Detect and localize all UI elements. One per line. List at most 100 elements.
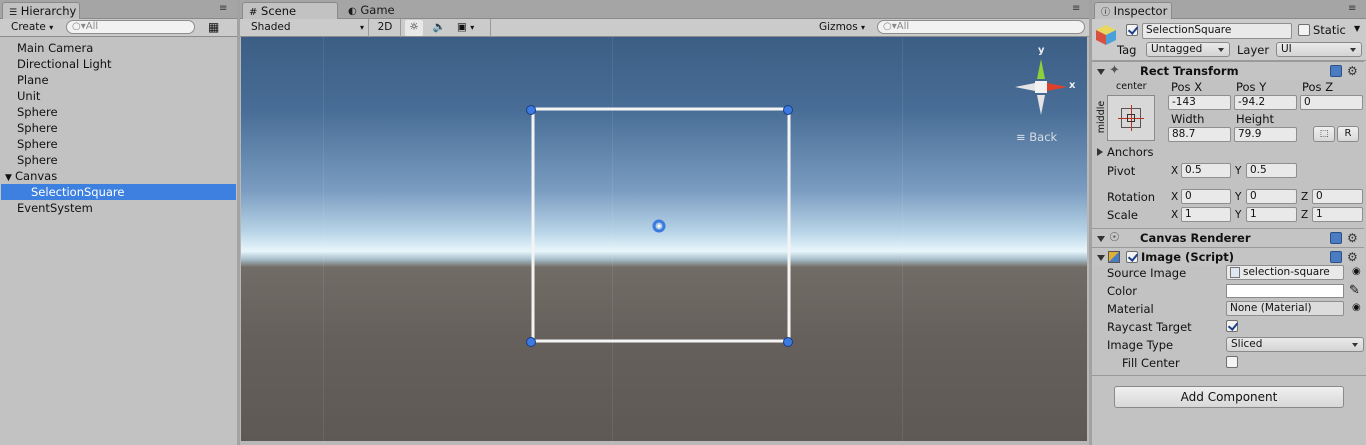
mode-2d-toggle[interactable]: 2D — [373, 20, 397, 36]
raycast-target-checkbox[interactable] — [1226, 320, 1238, 332]
hierarchy-toolbar: Create ▾ ○▾All ▦ — [0, 19, 237, 37]
hierarchy-search-input[interactable]: ○▾All — [66, 20, 195, 34]
list-item-canvas[interactable]: ▼ Canvas — [1, 168, 236, 184]
gear-icon[interactable]: ⚙ — [1347, 65, 1358, 77]
gear-icon[interactable]: ⚙ — [1347, 232, 1358, 244]
list-item[interactable]: Sphere — [1, 136, 236, 152]
canvas-renderer-header[interactable]: ☉ Canvas Renderer ⚙ — [1092, 228, 1364, 247]
scale-z-field[interactable]: 1 — [1312, 207, 1363, 222]
tab-inspector[interactable]: ⓘ Inspector — [1094, 2, 1172, 19]
dropdown-arrow-icon: ▾ — [49, 23, 54, 32]
anchor-preset-button[interactable] — [1107, 95, 1155, 141]
corner-handle-bottom-right[interactable] — [783, 337, 793, 347]
list-item[interactable]: Sphere — [1, 120, 236, 136]
rotation-z-field[interactable]: 0 — [1312, 189, 1363, 204]
object-picker-icon[interactable]: ◉ — [1352, 302, 1361, 313]
static-label: Static — [1313, 23, 1346, 37]
source-image-label: Source Image — [1107, 266, 1187, 280]
effects-dropdown[interactable]: ▣ ▾ — [457, 20, 489, 36]
tag-dropdown[interactable]: Untagged — [1146, 42, 1230, 57]
source-image-field[interactable]: selection-square — [1226, 265, 1344, 280]
pos-x-field[interactable]: -143 — [1168, 95, 1231, 110]
tab-game[interactable]: ◐ Game — [342, 2, 412, 19]
color-swatch[interactable] — [1226, 284, 1344, 298]
inspector-divider — [1092, 375, 1366, 376]
list-item[interactable]: Directional Light — [1, 56, 236, 72]
list-item[interactable]: Sphere — [1, 152, 236, 168]
list-item[interactable]: Main Camera — [1, 40, 236, 56]
eyedropper-icon[interactable]: ✎ — [1349, 283, 1360, 298]
search-icon: ○▾ — [72, 21, 86, 32]
raycast-target-label: Raycast Target — [1107, 320, 1192, 334]
fill-center-checkbox[interactable] — [1226, 356, 1238, 368]
anchors-label[interactable]: Anchors — [1107, 145, 1154, 159]
image-enabled-checkbox[interactable] — [1126, 251, 1138, 263]
active-checkbox[interactable] — [1126, 24, 1138, 36]
material-field[interactable]: None (Material) — [1226, 301, 1344, 316]
pivot-x-field[interactable]: 0.5 — [1181, 163, 1231, 178]
anchor-preset-icon — [1118, 105, 1144, 131]
help-book-icon[interactable] — [1330, 65, 1342, 77]
list-item-selected[interactable]: SelectionSquare — [1, 184, 236, 200]
color-label: Color — [1107, 284, 1138, 298]
fold-arrow-icon[interactable] — [1097, 236, 1105, 242]
scale-y-field[interactable]: 1 — [1246, 207, 1297, 222]
fold-arrow-icon[interactable] — [1097, 255, 1105, 261]
image-script-header[interactable]: Image (Script) ⚙ — [1092, 247, 1364, 266]
rotation-y-field[interactable]: 0 — [1246, 189, 1297, 204]
list-item[interactable]: EventSystem — [1, 200, 236, 216]
corner-handle-top-left[interactable] — [526, 105, 536, 115]
list-item[interactable]: Sphere — [1, 104, 236, 120]
list-item[interactable]: Unit — [1, 88, 236, 104]
gizmo-center-cube — [1035, 81, 1047, 93]
object-picker-icon[interactable]: ◉ — [1352, 266, 1361, 277]
layer-dropdown[interactable]: UI — [1276, 42, 1362, 57]
height-field[interactable]: 79.9 — [1234, 127, 1297, 142]
pivot-y-field[interactable]: 0.5 — [1246, 163, 1297, 178]
add-component-button[interactable]: Add Component — [1114, 386, 1344, 408]
scene-search-input[interactable]: ○▾All — [877, 20, 1085, 34]
panel-menu-icon[interactable]: ≡ — [1348, 3, 1356, 14]
scene-viewport[interactable]: y x ≡ Back — [241, 37, 1087, 441]
scene-tabbar: # Scene ◐ Game ≡ — [240, 0, 1089, 19]
help-book-icon[interactable] — [1330, 232, 1342, 244]
list-item[interactable]: Plane — [1, 72, 236, 88]
corner-handle-bottom-left[interactable] — [526, 337, 536, 347]
pos-y-label: Pos Y — [1236, 80, 1267, 94]
image-type-dropdown[interactable]: Sliced — [1226, 337, 1364, 352]
scene-panel: # Scene ◐ Game ≡ Shaded ▾ 2D ☼ 🔈 ▣ ▾ Giz… — [240, 0, 1089, 445]
width-field[interactable]: 88.7 — [1168, 127, 1231, 142]
back-view-label[interactable]: ≡ Back — [1016, 130, 1057, 144]
audio-toggle[interactable]: 🔈 — [430, 20, 448, 36]
fold-arrow-icon[interactable] — [1097, 69, 1105, 75]
pos-z-field[interactable]: 0 — [1300, 95, 1363, 110]
pos-y-field[interactable]: -94.2 — [1234, 95, 1297, 110]
gizmo-y-label: y — [1038, 45, 1045, 56]
anchor-preset-h-label: center — [1116, 81, 1147, 92]
lighting-toggle[interactable]: ☼ — [405, 20, 423, 36]
tab-hierarchy[interactable]: ☰ Hierarchy — [2, 2, 80, 19]
object-name-field[interactable]: SelectionSquare — [1142, 23, 1292, 39]
static-checkbox[interactable] — [1298, 24, 1310, 36]
image-script-title: Image (Script) — [1141, 250, 1235, 264]
rect-transform-header[interactable]: ✦ Rect Transform ⚙ — [1092, 61, 1364, 80]
corner-handle-top-right[interactable] — [783, 105, 793, 115]
tab-scene[interactable]: # Scene — [242, 2, 338, 19]
gear-icon[interactable]: ⚙ — [1347, 251, 1358, 263]
rotation-x-field[interactable]: 0 — [1181, 189, 1231, 204]
panel-menu-icon[interactable]: ≡ — [1072, 3, 1080, 14]
blueprint-mode-button[interactable]: ⬚ — [1313, 126, 1335, 142]
anchors-fold-icon[interactable] — [1097, 148, 1103, 156]
create-button[interactable]: Create ▾ — [4, 20, 58, 36]
divider — [400, 19, 401, 37]
panel-menu-icon[interactable]: ≡ — [219, 3, 227, 14]
scale-x-field[interactable]: 1 — [1181, 207, 1231, 222]
dotted-rect-icon: ⬚ — [1319, 129, 1329, 139]
sort-icon[interactable]: ▦ — [208, 20, 219, 34]
dropdown-arrow-icon[interactable]: ▼ — [1354, 24, 1360, 33]
help-book-icon[interactable] — [1330, 251, 1342, 263]
selection-rect-gizmo[interactable] — [241, 37, 1087, 441]
shading-mode-dropdown[interactable]: Shaded ▾ — [244, 20, 366, 36]
raw-edit-button[interactable]: R — [1337, 126, 1359, 142]
gizmos-dropdown[interactable]: Gizmos ▾ — [819, 20, 871, 36]
